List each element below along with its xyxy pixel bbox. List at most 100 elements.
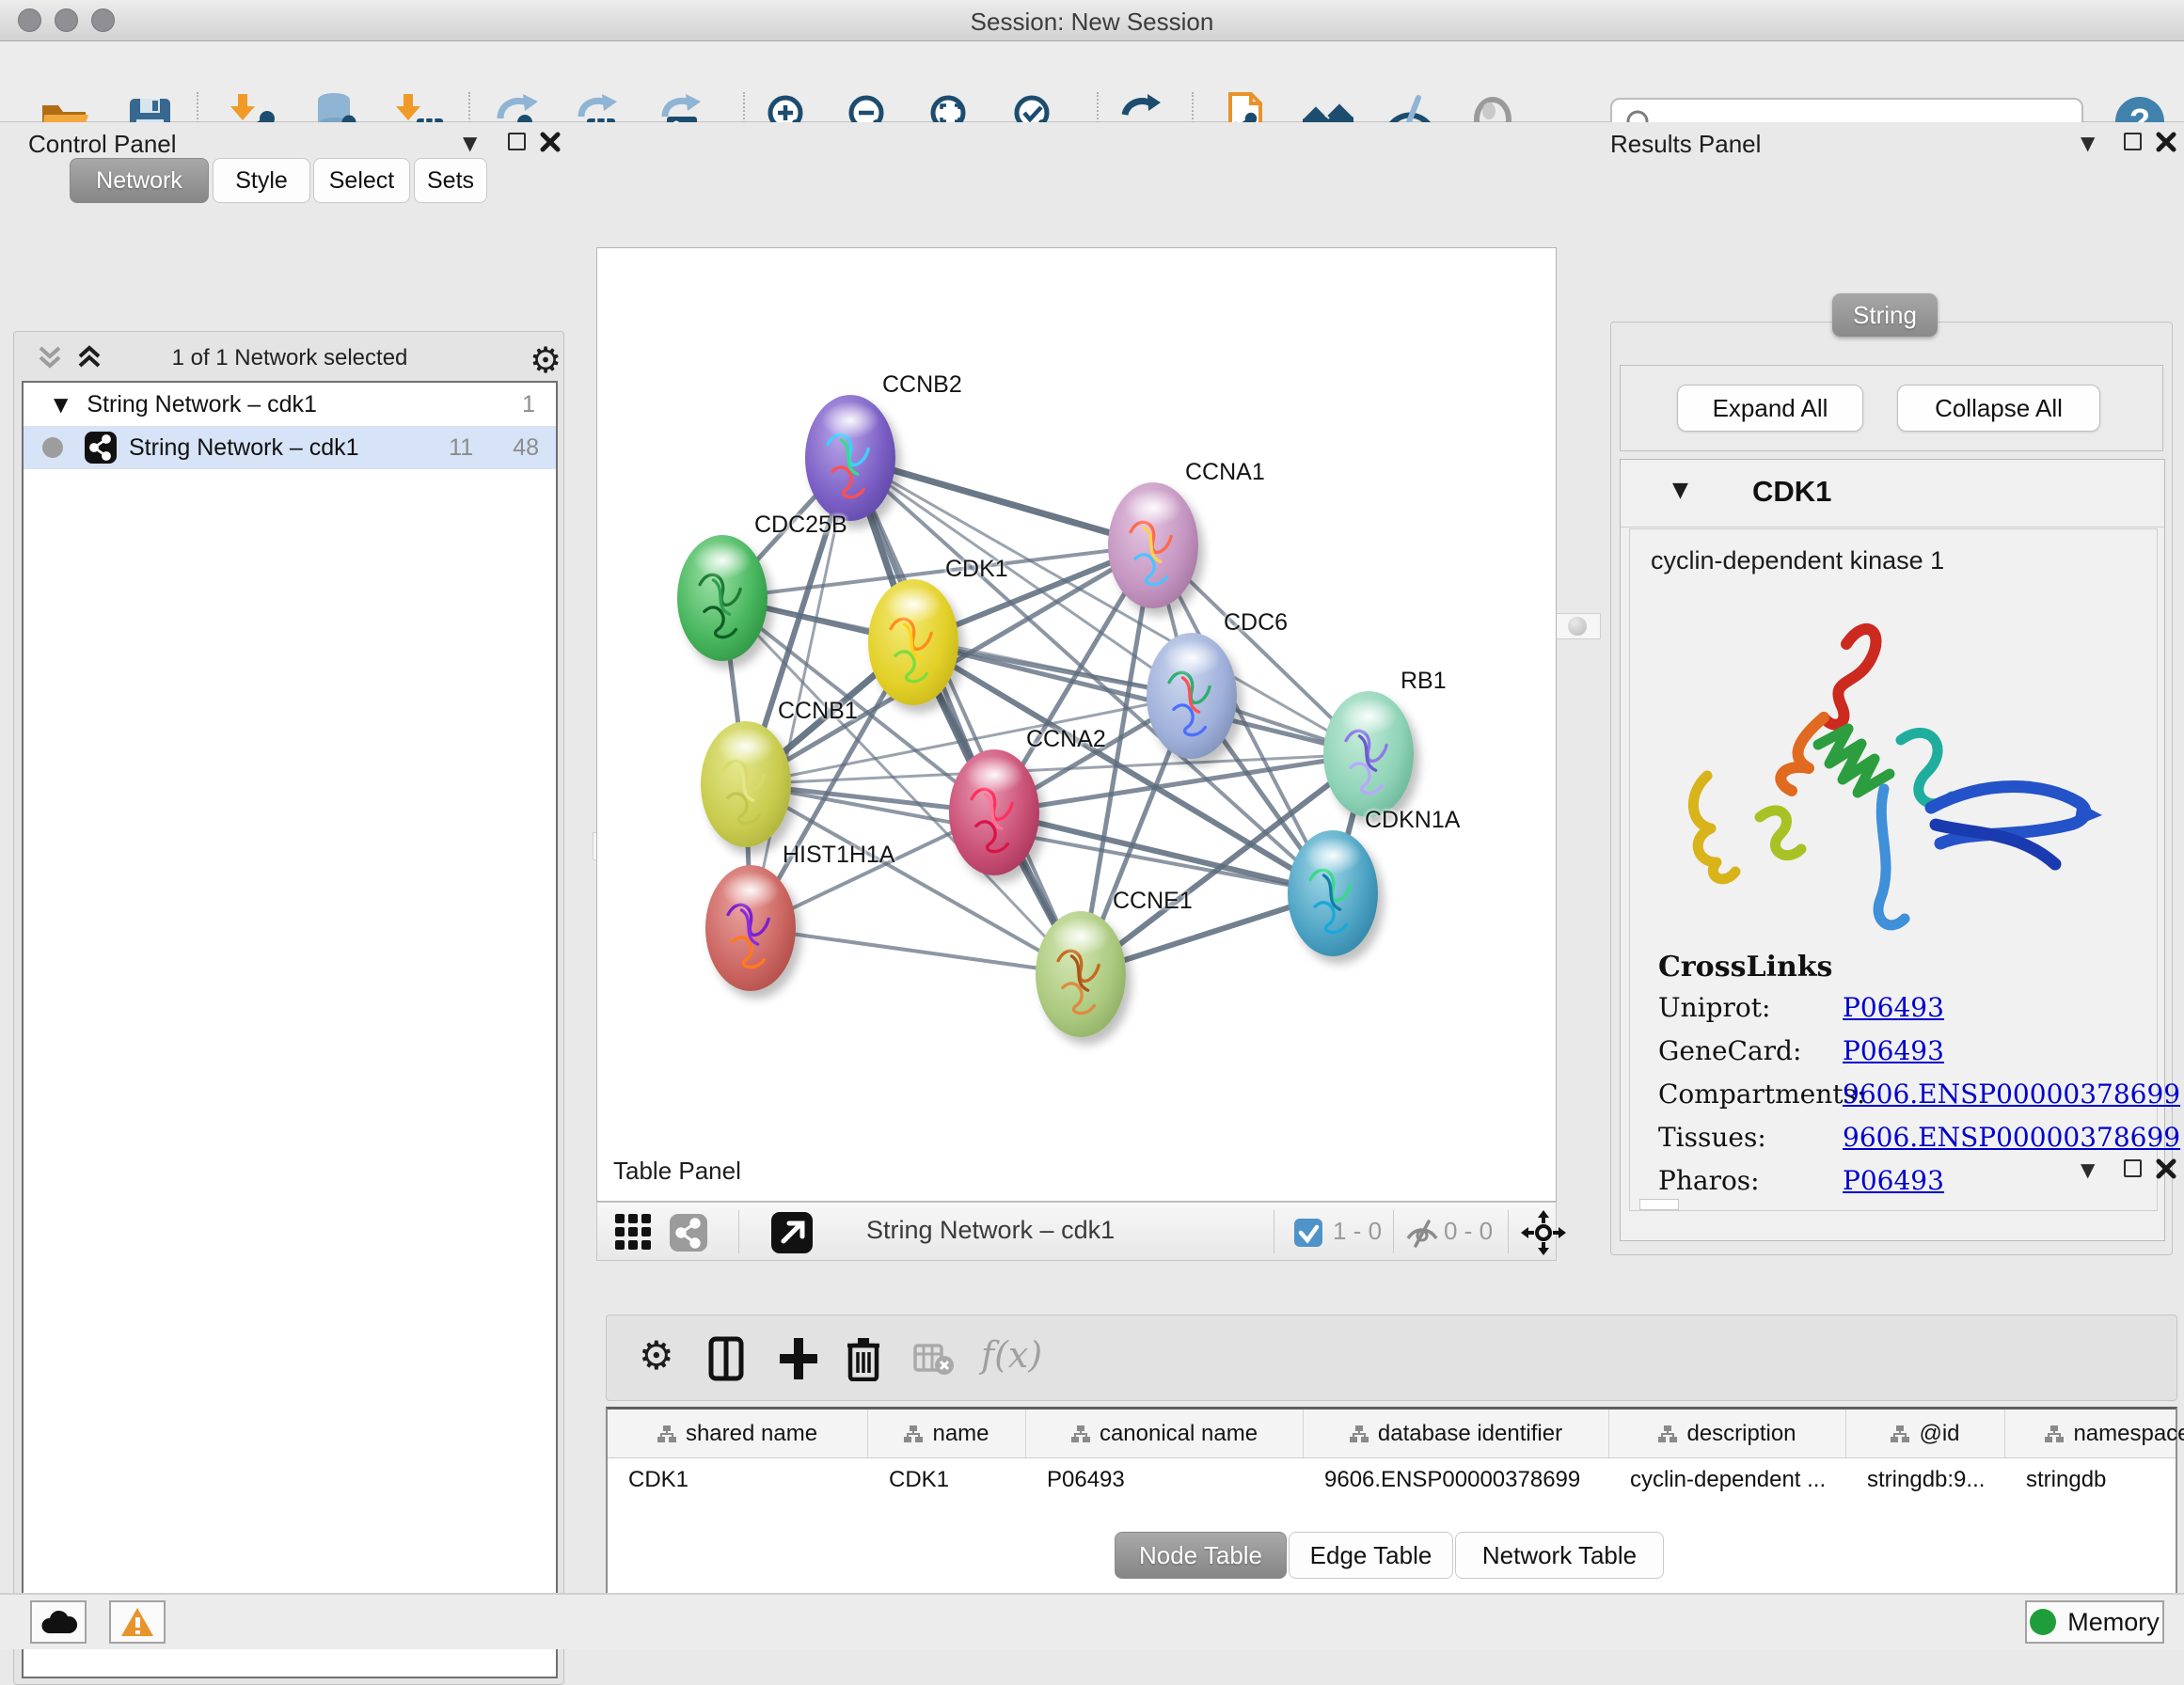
gene-header-row[interactable]: ▼ CDK1 <box>1621 460 2164 528</box>
collapse-all-button[interactable]: Collapse All <box>1897 385 2100 432</box>
window-title: Session: New Session <box>0 8 2184 37</box>
node-gloss-highlight <box>1052 918 1109 955</box>
results-panel-menu-icon[interactable]: ▼ <box>2081 132 2095 154</box>
protein-node-cdc25b[interactable] <box>677 535 768 661</box>
column-type-icon <box>904 1425 923 1443</box>
column-header-name[interactable]: name <box>868 1409 1026 1457</box>
protein-node-ccna1[interactable] <box>1108 482 1198 608</box>
crosslink-label: Uniprot: <box>1658 992 1770 1023</box>
gene-symbol: CDK1 <box>1752 475 1831 509</box>
table-cell[interactable]: CDK1 <box>608 1458 868 1502</box>
column-type-icon <box>1350 1425 1369 1443</box>
column-type-icon <box>1071 1425 1090 1443</box>
protein-node-cdkn1a[interactable] <box>1288 830 1378 956</box>
results-panel-float-icon[interactable] <box>2124 133 2142 150</box>
cloud-status-button[interactable] <box>30 1600 87 1644</box>
results-panel-close-icon[interactable] <box>2156 132 2176 152</box>
function-builder-icon: f(x) <box>981 1334 1042 1376</box>
table-cell[interactable]: stringdb:9... <box>1846 1458 2005 1502</box>
crosslink-link[interactable]: P06493 <box>1843 992 1944 1023</box>
network-options-gear-icon[interactable]: ⚙ <box>530 339 562 381</box>
tab-network-table[interactable]: Network Table <box>1455 1532 1664 1579</box>
protein-node-hist1h1a[interactable] <box>705 865 796 991</box>
table-panel-close-icon[interactable] <box>2156 1158 2176 1179</box>
table-cell[interactable]: cyclin-dependent ... <box>1609 1458 1846 1502</box>
memory-button[interactable]: Memory <box>2025 1600 2164 1644</box>
node-label-cdk1: CDK1 <box>945 556 1008 583</box>
network-collection-row[interactable]: ▼ String Network – cdk1 1 <box>24 383 556 426</box>
network-edge-count: 48 <box>513 434 539 462</box>
node-label-hist1h1a: HIST1H1A <box>783 842 894 869</box>
memory-status-dot-icon <box>2030 1609 2056 1635</box>
protein-structure-image <box>1649 590 2138 966</box>
collection-label: String Network – cdk1 <box>87 391 317 418</box>
protein-node-cdc6[interactable] <box>1147 633 1237 759</box>
workspace: Control Panel ▼ Network Style Select Set… <box>0 122 2184 1593</box>
protein-node-rb1[interactable] <box>1323 691 1414 817</box>
gene-description: cyclin-dependent kinase 1 <box>1651 546 1944 575</box>
table-panel-menu-icon[interactable]: ▼ <box>2081 1158 2095 1181</box>
table-cell[interactable]: 9606.ENSP00000378699 <box>1304 1458 1609 1502</box>
right-splitter-grip[interactable] <box>1554 613 1601 639</box>
tab-edge-table[interactable]: Edge Table <box>1289 1532 1453 1579</box>
warning-status-button[interactable] <box>109 1600 166 1644</box>
table-row[interactable]: CDK1CDK1P064939606.ENSP00000378699cyclin… <box>608 1458 2176 1502</box>
table-header-row: shared namenamecanonical namedatabase id… <box>608 1409 2176 1458</box>
clear-table-icon <box>913 1344 955 1376</box>
column-header-id[interactable]: @id <box>1846 1409 2005 1457</box>
column-header-namespace[interactable]: namespace <box>2005 1409 2184 1457</box>
protein-node-ccnb1[interactable] <box>701 721 791 847</box>
crosslinks-heading: CrossLinks <box>1658 951 1832 984</box>
control-panel-menu-icon[interactable]: ▼ <box>463 132 477 154</box>
tab-sets[interactable]: Sets <box>414 158 487 203</box>
table-cell[interactable]: CDK1 <box>868 1458 1026 1502</box>
delete-column-trash-icon[interactable] <box>846 1336 881 1381</box>
column-header-label: namespace <box>2073 1421 2184 1447</box>
network-row[interactable]: String Network – cdk1 11 48 <box>24 426 556 469</box>
control-panel-float-icon[interactable] <box>508 133 526 150</box>
node-gloss-highlight <box>1124 489 1181 527</box>
node-gloss-highlight <box>884 586 942 623</box>
collection-expander-icon[interactable]: ▼ <box>54 393 68 416</box>
network-edge[interactable] <box>850 458 1081 974</box>
gene-detail-box: cyclin-dependent kinase 1 CrossLinks Un <box>1629 528 2158 1211</box>
expand-all-button[interactable]: Expand All <box>1677 385 1863 432</box>
tab-network[interactable]: Network <box>70 158 209 203</box>
protein-node-ccna2[interactable] <box>949 749 1039 875</box>
show-columns-icon[interactable] <box>708 1336 746 1381</box>
protein-node-ccne1[interactable] <box>1036 911 1126 1037</box>
node-label-ccnb1: CCNB1 <box>778 698 858 725</box>
tab-style[interactable]: Style <box>213 158 310 203</box>
crosslink-label: Compartments: <box>1658 1079 1865 1110</box>
node-label-ccne1: CCNE1 <box>1113 888 1193 915</box>
column-header-sharedname[interactable]: shared name <box>608 1409 868 1457</box>
column-type-icon <box>657 1425 676 1443</box>
tab-select[interactable]: Select <box>313 158 410 203</box>
tab-node-table[interactable]: Node Table <box>1115 1532 1287 1579</box>
node-label-cdkn1a: CDKN1A <box>1365 807 1460 834</box>
column-header-databaseidentifier[interactable]: database identifier <box>1304 1409 1609 1457</box>
protein-node-ccnb2[interactable] <box>805 395 895 521</box>
cloud-icon <box>40 1609 77 1635</box>
network-edge[interactable] <box>751 928 1081 974</box>
node-label-cdc25b: CDC25B <box>754 512 847 539</box>
network-node-count: 11 <box>449 434 473 462</box>
table-settings-gear-icon[interactable]: ⚙ <box>639 1332 674 1378</box>
protein-node-cdk1[interactable] <box>868 579 958 705</box>
table-cell[interactable]: P06493 <box>1026 1458 1304 1502</box>
column-header-description[interactable]: description <box>1609 1409 1846 1457</box>
node-gloss-highlight <box>1163 639 1220 677</box>
crosslink-link[interactable]: 9606.ENSP00000378699 <box>1843 1079 2180 1110</box>
column-header-canonicalname[interactable]: canonical name <box>1026 1409 1304 1457</box>
control-panel-close-icon[interactable] <box>540 132 561 152</box>
collection-count: 1 <box>522 391 535 418</box>
table-panel-float-icon[interactable] <box>2124 1159 2142 1177</box>
string-network-icon <box>84 431 118 465</box>
memory-label: Memory <box>2067 1608 2160 1637</box>
network-canvas[interactable]: CCNB2CCNA1CDC25BCDK1CDC6RB1CCNB1CCNA2CDK… <box>596 247 1557 1202</box>
add-column-icon[interactable] <box>778 1336 819 1381</box>
gene-expander-icon[interactable]: ▼ <box>1672 479 1688 502</box>
crosslink-link[interactable]: P06493 <box>1843 1035 1944 1066</box>
tab-string[interactable]: String <box>1832 293 1938 337</box>
table-cell[interactable]: stringdb <box>2005 1458 2184 1502</box>
